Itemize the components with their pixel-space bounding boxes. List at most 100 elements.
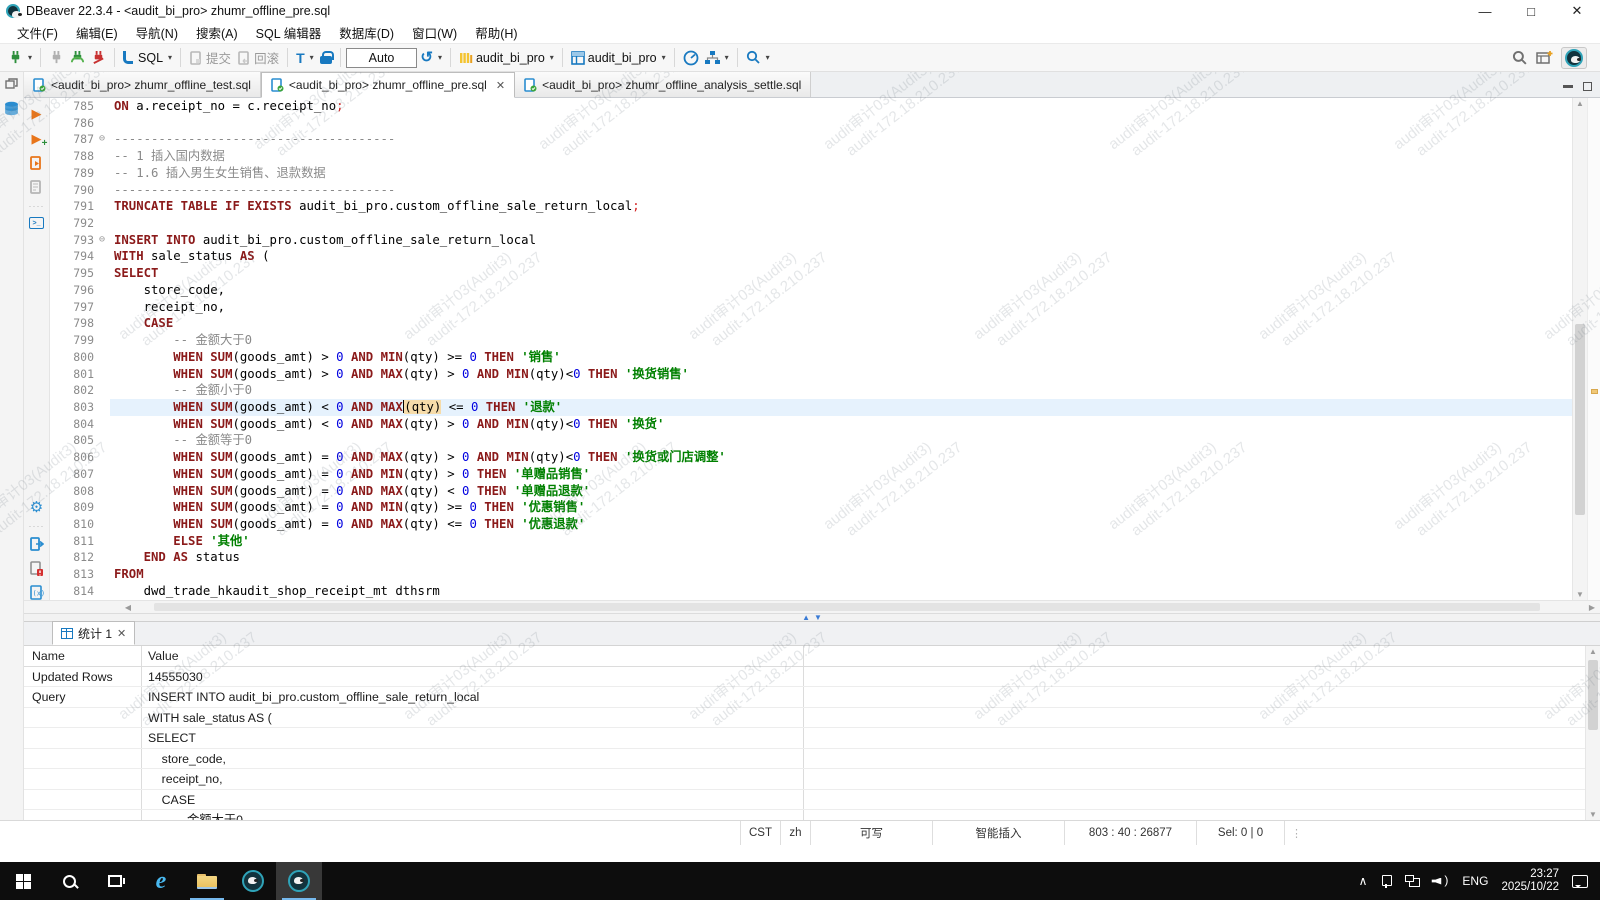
network-icon[interactable] bbox=[1405, 875, 1420, 887]
open-perspective-button[interactable] bbox=[1536, 50, 1553, 65]
fold-marker-icon[interactable]: ⊖ bbox=[94, 232, 110, 249]
scroll-up-icon[interactable]: ▲ bbox=[1573, 99, 1587, 108]
doc-error-icon[interactable] bbox=[29, 561, 44, 576]
connect-button[interactable] bbox=[46, 48, 67, 67]
status-cell-4[interactable]: 智能插入 bbox=[933, 821, 1065, 845]
sash-collapse-down-icon[interactable]: ▼ bbox=[814, 614, 822, 622]
stats-row-2[interactable]: QueryINSERT INTO audit_bi_pro.custom_off… bbox=[24, 687, 1600, 708]
menu-item-8[interactable]: 帮助(H) bbox=[466, 21, 526, 44]
scroll-up-icon[interactable]: ▲ bbox=[1586, 647, 1600, 656]
code-area[interactable]: 785ON a.receipt_no = c.receipt_no;786787… bbox=[50, 98, 1572, 600]
transaction-log-button[interactable]: ↺ ▾ bbox=[417, 49, 445, 66]
editor-horizontal-scrollbar[interactable]: ◀ ▶ bbox=[24, 600, 1600, 613]
window-close-button[interactable]: ✕ bbox=[1554, 0, 1600, 22]
internet-explorer-button[interactable]: e bbox=[138, 862, 184, 900]
scrollbar-thumb[interactable] bbox=[1588, 660, 1598, 730]
menu-item-4[interactable]: 搜索(A) bbox=[187, 21, 247, 44]
status-cell-1[interactable]: CST bbox=[741, 821, 781, 845]
dashboard-button[interactable] bbox=[680, 48, 702, 68]
sql-console-icon[interactable]: >_ bbox=[29, 217, 44, 229]
doc-braces-icon[interactable]: (x) bbox=[29, 585, 44, 600]
code-text: dwd_trade_hkaudit_shop_receipt_mt dthsrm bbox=[110, 583, 1572, 600]
scroll-down-icon[interactable]: ▼ bbox=[1586, 810, 1600, 819]
connection-selector[interactable]: audit_bi_pro ▾ bbox=[456, 49, 557, 67]
editor-tab-1[interactable]: <audit_bi_pro> zhumr_offline_test.sql bbox=[24, 72, 261, 97]
editor-tab-3[interactable]: <audit_bi_pro> zhumr_offline_analysis_se… bbox=[515, 72, 811, 97]
column-header-name[interactable]: Name bbox=[24, 646, 142, 666]
sash-collapse-up-icon[interactable]: ▲ bbox=[802, 614, 810, 622]
rollback-button[interactable]: 回滚 bbox=[234, 46, 282, 69]
menu-item-1[interactable]: 文件(F) bbox=[8, 21, 67, 44]
menu-item-7[interactable]: 窗口(W) bbox=[403, 21, 466, 44]
settings-gear-icon[interactable]: ⚙ bbox=[30, 501, 43, 515]
status-cell-6[interactable]: Sel: 0 | 0 bbox=[1197, 821, 1285, 845]
execute-statement-icon[interactable]: ▶ bbox=[32, 106, 42, 122]
commit-mode-select[interactable]: Auto bbox=[346, 48, 418, 68]
usb-icon[interactable] bbox=[1380, 875, 1392, 888]
commit-structure-button[interactable]: ▾ bbox=[702, 49, 732, 67]
stats-row-1[interactable]: Updated Rows14555030 bbox=[24, 667, 1600, 688]
status-cell-2[interactable]: zh bbox=[781, 821, 811, 845]
stats-tab[interactable]: 统计 1 ✕ bbox=[52, 621, 135, 645]
commit-button[interactable]: 提交 bbox=[186, 46, 234, 69]
scrollbar-thumb[interactable] bbox=[154, 603, 1540, 611]
status-cell-3[interactable]: 可写 bbox=[811, 821, 933, 845]
explain-plan-icon[interactable] bbox=[29, 180, 44, 195]
menu-item-2[interactable]: 编辑(E) bbox=[67, 21, 127, 44]
column-header-value[interactable]: Value bbox=[142, 646, 804, 666]
dbeaver-taskbar-button[interactable] bbox=[230, 862, 276, 900]
quick-search-button[interactable] bbox=[1512, 50, 1528, 66]
window-maximize-button[interactable]: □ bbox=[1508, 0, 1554, 22]
transaction-filter-button[interactable]: T ▾ bbox=[293, 50, 317, 66]
minimize-view-icon[interactable] bbox=[1563, 85, 1573, 88]
disconnect-button[interactable] bbox=[88, 48, 109, 67]
scroll-left-icon[interactable]: ◀ bbox=[120, 603, 136, 612]
stats-row-5[interactable]: store_code, bbox=[24, 749, 1600, 770]
sql-editor-type-button[interactable]: SQL ▾ bbox=[120, 49, 175, 67]
restore-panel-icon[interactable] bbox=[5, 78, 18, 89]
status-cell-5[interactable]: 803 : 40 : 26877 bbox=[1065, 821, 1197, 845]
clock[interactable]: 23:27 2025/10/22 bbox=[1501, 868, 1559, 894]
stats-row-6[interactable]: receipt_no, bbox=[24, 769, 1600, 790]
notification-center-icon[interactable] bbox=[1572, 875, 1588, 888]
maximize-view-icon[interactable] bbox=[1583, 82, 1592, 91]
file-explorer-button[interactable] bbox=[184, 862, 230, 900]
stats-row-8[interactable]: -- 金额大于0 bbox=[24, 810, 1600, 820]
scrollbar-thumb[interactable] bbox=[1575, 324, 1585, 515]
tray-expand-icon[interactable]: ∧ bbox=[1359, 874, 1368, 888]
editor-tab-2[interactable]: <audit_bi_pro> zhumr_offline_pre.sql✕ bbox=[261, 72, 515, 98]
dbeaver-active-taskbar-button[interactable] bbox=[276, 862, 322, 900]
execute-script-icon[interactable] bbox=[29, 156, 44, 171]
stats-cell-value: store_code, bbox=[142, 749, 804, 769]
start-button[interactable] bbox=[0, 862, 46, 900]
dbeaver-perspective-button[interactable] bbox=[1561, 47, 1587, 69]
search-menu-button[interactable]: ▾ bbox=[743, 48, 773, 67]
panel-vertical-scrollbar[interactable]: ▲ ▼ bbox=[1585, 646, 1600, 820]
editor-vertical-scrollbar[interactable]: ▲ ▼ bbox=[1572, 98, 1587, 600]
fold-marker-icon[interactable]: ⊖ bbox=[94, 131, 110, 148]
tab-close-icon[interactable]: ✕ bbox=[117, 627, 126, 640]
language-indicator[interactable]: ENG bbox=[1462, 874, 1488, 888]
scroll-down-icon[interactable]: ▼ bbox=[1573, 590, 1587, 599]
window-minimize-button[interactable]: — bbox=[1462, 0, 1508, 22]
menu-item-6[interactable]: 数据库(D) bbox=[330, 21, 403, 44]
task-view-button[interactable] bbox=[92, 862, 138, 900]
tab-close-icon[interactable]: ✕ bbox=[496, 79, 505, 92]
taskbar-search-button[interactable] bbox=[46, 862, 92, 900]
menu-item-5[interactable]: SQL 编辑器 bbox=[247, 21, 331, 44]
new-connection-button[interactable]: ▾ bbox=[5, 48, 35, 67]
stats-row-3[interactable]: WITH sale_status AS ( bbox=[24, 708, 1600, 729]
stats-row-7[interactable]: CASE bbox=[24, 790, 1600, 811]
scroll-right-icon[interactable]: ▶ bbox=[1584, 603, 1600, 612]
menu-item-3[interactable]: 导航(N) bbox=[127, 21, 187, 44]
fold-gutter bbox=[94, 115, 110, 132]
panel-sash[interactable]: ▲ ▼ bbox=[24, 613, 1600, 622]
reconnect-button[interactable] bbox=[67, 48, 88, 67]
transaction-lock-button[interactable] bbox=[317, 49, 335, 66]
schema-selector[interactable]: audit_bi_pro ▾ bbox=[568, 49, 669, 67]
volume-icon[interactable] bbox=[1433, 875, 1449, 888]
stats-row-4[interactable]: SELECT bbox=[24, 728, 1600, 749]
database-navigator-icon[interactable] bbox=[3, 101, 20, 118]
execute-new-tab-icon[interactable]: ▶+ bbox=[32, 131, 42, 147]
export-result-icon[interactable] bbox=[29, 537, 44, 552]
